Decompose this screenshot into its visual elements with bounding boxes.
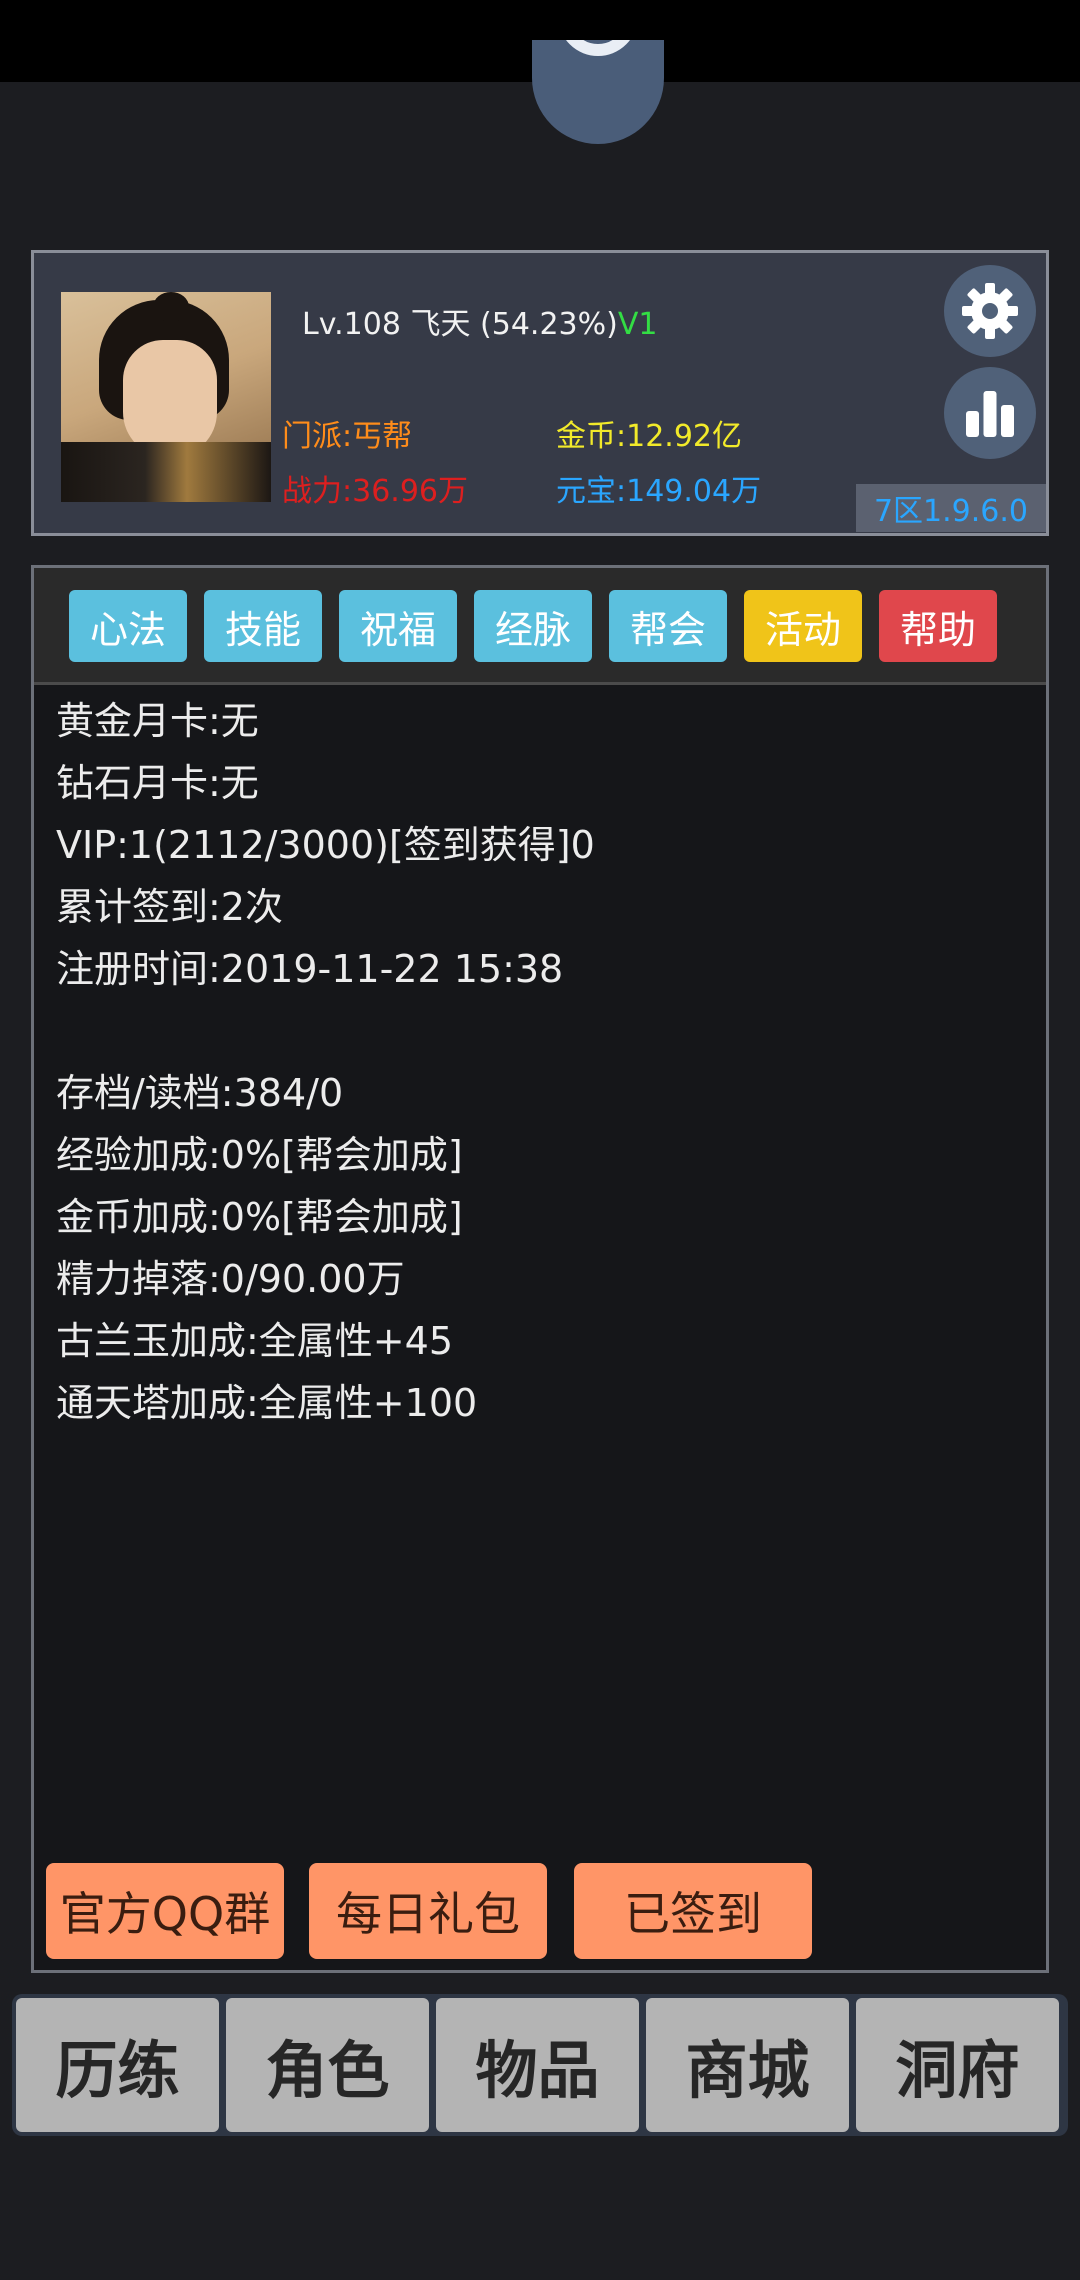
tab-meridian[interactable]: 经脉 — [474, 590, 592, 662]
player-name: 飞天 — [410, 307, 471, 342]
info-register-time: 注册时间:2019-11-22 15:38 — [56, 947, 564, 991]
info-diamond-card: 钻石月卡:无 — [56, 761, 259, 805]
power-label: 战力:36.96万 — [282, 474, 468, 509]
info-exp-bonus: 经验加成:0%[帮会加成] — [56, 1133, 463, 1177]
info-save-load: 存档/读档:384/0 — [56, 1071, 344, 1115]
bottom-nav: 历练 角色 物品 商城 洞府 — [12, 1994, 1068, 2136]
nav-character[interactable]: 角色 — [226, 1998, 429, 2132]
avatar[interactable] — [61, 292, 271, 502]
settings-button[interactable] — [944, 265, 1036, 357]
profile-panel: Lv.108 飞天 (54.23%)V1 门派:丐帮 金币:12.92亿 战力:… — [31, 250, 1049, 536]
official-qq-group-button[interactable]: 官方QQ群 — [46, 1863, 284, 1959]
level-text: Lv.108 — [302, 307, 401, 342]
vip-level: V1 — [617, 307, 658, 342]
info-gold-card: 黄金月卡:无 — [56, 699, 259, 743]
info-gulanyu-bonus: 古兰玉加成:全属性+45 — [56, 1319, 453, 1363]
bar-chart-icon — [966, 391, 1014, 437]
info-signin-count: 累计签到:2次 — [56, 885, 283, 929]
tab-blessing[interactable]: 祝福 — [339, 590, 457, 662]
info-gold-bonus: 金币加成:0%[帮会加成] — [56, 1195, 463, 1239]
info-energy-drop: 精力掉落:0/90.00万 — [56, 1257, 405, 1301]
tab-strip: 心法 技能 祝福 经脉 帮会 活动 帮助 — [34, 568, 1046, 685]
daily-gift-button[interactable]: 每日礼包 — [309, 1863, 547, 1959]
exp-percent: (54.23%) — [480, 307, 618, 342]
level-line: Lv.108 飞天 (54.23%)V1 — [302, 299, 657, 343]
ranking-button[interactable] — [944, 367, 1036, 459]
main-panel: 心法 技能 祝福 经脉 帮会 活动 帮助 黄金月卡:无 钻石月卡:无 VIP:1… — [31, 565, 1049, 1973]
yuanbao-label: 元宝:149.04万 — [556, 474, 762, 509]
nav-cave[interactable]: 洞府 — [856, 1998, 1059, 2132]
nav-items[interactable]: 物品 — [436, 1998, 639, 2132]
tab-skills[interactable]: 技能 — [204, 590, 322, 662]
gear-icon — [962, 283, 1018, 339]
tab-help[interactable]: 帮助 — [879, 590, 997, 662]
zone-version-badge: 7区1.9.6.0 — [856, 484, 1046, 532]
info-list: 黄金月卡:无 钻石月卡:无 VIP:1(2112/3000)[签到获得]0 累计… — [56, 690, 595, 1434]
gold-label: 金币:12.92亿 — [556, 419, 742, 454]
tab-events[interactable]: 活动 — [744, 590, 862, 662]
nav-training[interactable]: 历练 — [16, 1998, 219, 2132]
nav-shop[interactable]: 商城 — [646, 1998, 849, 2132]
tab-xinfa[interactable]: 心法 — [69, 590, 187, 662]
signed-in-button[interactable]: 已签到 — [574, 1863, 812, 1959]
info-tower-bonus: 通天塔加成:全属性+100 — [56, 1381, 478, 1425]
info-vip: VIP:1(2112/3000)[签到获得]0 — [56, 823, 595, 867]
sect-label: 门派:丐帮 — [282, 419, 413, 454]
at-sign-icon[interactable] — [532, 40, 664, 144]
tab-guild[interactable]: 帮会 — [609, 590, 727, 662]
